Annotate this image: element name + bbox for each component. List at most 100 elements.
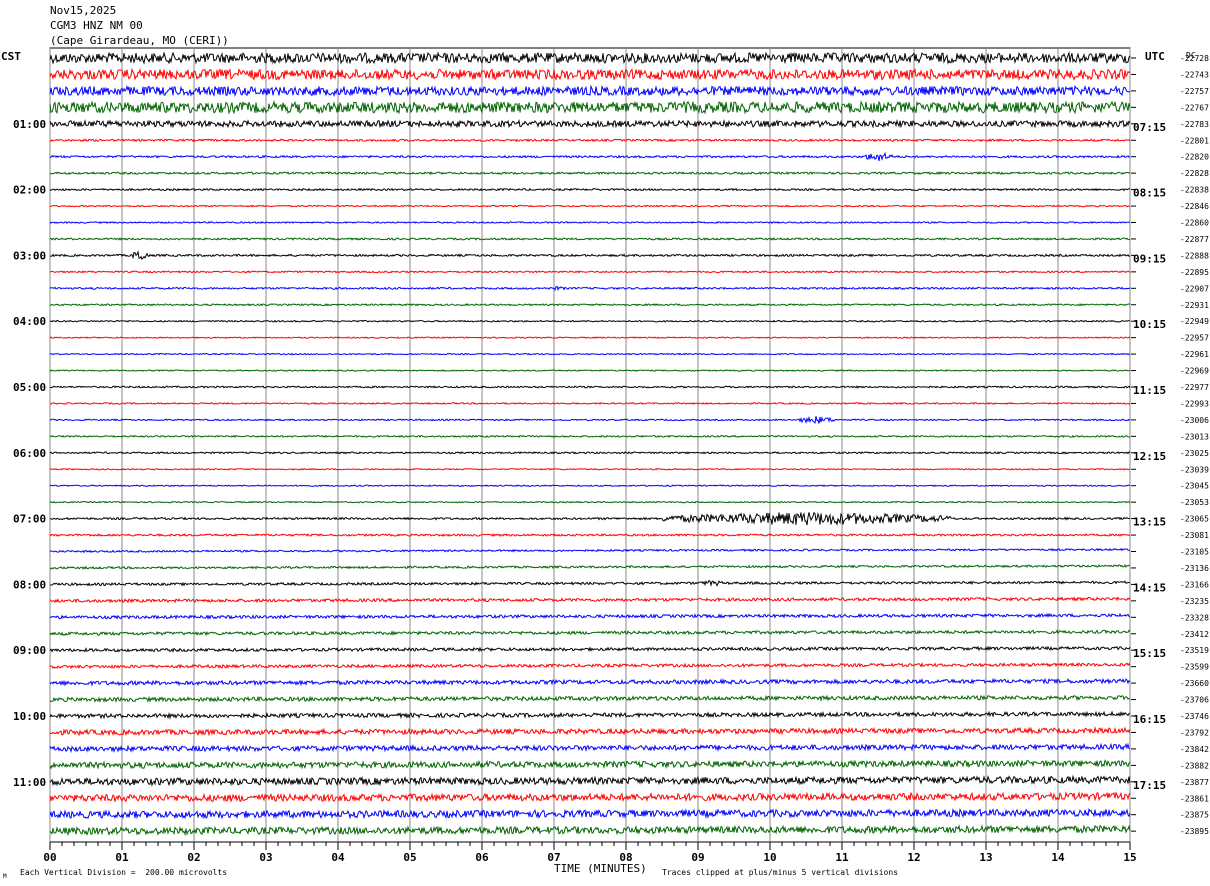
x-tick-label: 01	[115, 851, 129, 864]
dc-offset-label: -22888	[1180, 251, 1209, 260]
seismogram-chart: 00 01 02 03 04 05 06 07 08 09 10 11 12 13 14 15-22728-2…	[13, 47, 1209, 864]
trace-line	[49, 336, 1131, 339]
trace-line	[49, 151, 1131, 162]
dc-offset-label: -23136	[1180, 564, 1209, 573]
dc-offset-label: -22860	[1180, 219, 1209, 228]
x-tick-label: 03	[259, 851, 272, 864]
x-tick-label: 10	[763, 851, 776, 864]
x-tick-label: 04	[331, 851, 345, 864]
dc-offset-label: -22877	[1180, 235, 1209, 244]
dc-offset-label: -22801	[1180, 136, 1209, 145]
trace-line	[49, 759, 1131, 770]
trace-line	[49, 533, 1131, 537]
dc-offset-label: -22767	[1180, 103, 1209, 112]
trace-line	[49, 118, 1131, 129]
dc-offset-label: -23792	[1180, 728, 1209, 737]
dc-offset-label: -23053	[1180, 498, 1209, 507]
right-hour-label: 12:15	[1133, 450, 1166, 463]
corner-mark: M	[3, 873, 7, 880]
x-tick-label: 06	[475, 851, 489, 864]
right-hour-label: 11:15	[1133, 384, 1166, 397]
dc-offset-label: -23013	[1180, 432, 1209, 441]
x-tick-label: 02	[187, 851, 200, 864]
trace-line	[49, 221, 1131, 224]
trace-line	[49, 500, 1131, 504]
x-tick-label: 15	[1123, 851, 1136, 864]
left-hour-label: 06:00	[13, 447, 46, 460]
dc-offset-label: -23706	[1180, 696, 1209, 705]
trace-line	[49, 694, 1131, 703]
trace-line	[49, 824, 1131, 837]
left-hour-label: 04:00	[13, 315, 46, 328]
right-hour-label: 09:15	[1133, 252, 1166, 265]
trace-line	[49, 563, 1130, 570]
dc-offset-label: -23660	[1180, 679, 1209, 688]
trace-line	[49, 319, 1131, 323]
left-hour-label: 01:00	[13, 118, 46, 131]
right-hour-label: 15:15	[1133, 647, 1166, 660]
dc-offset-label: -23166	[1180, 580, 1209, 589]
trace-line	[49, 661, 1131, 670]
trace-line	[49, 67, 1131, 81]
clip-note: Traces clipped at plus/minus 5 vertical …	[662, 868, 899, 877]
trace-line	[49, 726, 1131, 737]
right-hour-label: 17:15	[1133, 779, 1166, 792]
trace-line	[49, 596, 1131, 604]
trace-line	[49, 415, 1131, 424]
dc-offset-label: -23235	[1180, 597, 1209, 606]
right-hour-label: 13:15	[1133, 516, 1166, 529]
dc-offset-label: -23882	[1180, 761, 1209, 770]
trace-line	[49, 677, 1131, 687]
dc-offset-label: -22846	[1180, 202, 1209, 211]
dc-offset-label: -22820	[1180, 153, 1209, 162]
left-hour-label: 08:00	[13, 578, 46, 591]
trace-line	[49, 484, 1131, 488]
x-tick-label: 14	[1051, 851, 1065, 864]
dc-offset-label: -23105	[1180, 548, 1209, 557]
trace-line	[49, 434, 1131, 438]
dc-offset-label: -22743	[1180, 70, 1209, 79]
x-tick-label: 00	[43, 851, 56, 864]
dc-offset-label: -23599	[1180, 663, 1209, 672]
trace-line	[49, 742, 1131, 754]
trace-line	[49, 402, 1131, 405]
trace-line	[49, 138, 1131, 143]
dc-offset-label: -23039	[1180, 465, 1209, 474]
dc-offset-label: -22895	[1180, 268, 1209, 277]
trace-line	[49, 645, 1131, 653]
dc-offset-label: -22828	[1180, 169, 1209, 178]
dc-offset-label: -23877	[1180, 778, 1209, 787]
right-hour-label: 08:15	[1133, 187, 1166, 200]
dc-offset-label: -23006	[1180, 416, 1209, 425]
trace-line	[49, 612, 1131, 620]
dc-offset-label: -23025	[1180, 449, 1209, 458]
dc-offset-label: -22993	[1180, 399, 1209, 408]
trace-line	[49, 285, 1131, 292]
scale-note: Each Vertical Division = 200.00 microvol…	[20, 868, 228, 877]
trace-line	[49, 84, 1131, 97]
x-tick-label: 12	[907, 851, 920, 864]
dc-offset-label: -23045	[1180, 482, 1209, 491]
dc-offset-label: -23081	[1180, 531, 1209, 540]
x-tick-label: 09	[691, 851, 704, 864]
right-hour-label: 07:15	[1133, 121, 1166, 134]
dc-offset-label: -22838	[1180, 186, 1209, 195]
dc-offset-label: -22931	[1180, 301, 1209, 310]
dc-offset-label: -23875	[1180, 811, 1209, 820]
trace-line	[49, 352, 1131, 356]
trace-line	[49, 629, 1131, 637]
dc-offset-label: -23861	[1180, 794, 1209, 803]
plot-frame	[49, 47, 1131, 843]
trace-line	[49, 99, 1131, 115]
dc-offset-label: -23065	[1180, 515, 1209, 524]
left-hour-label: 11:00	[13, 776, 46, 789]
right-hour-label: 16:15	[1133, 713, 1166, 726]
trace-line	[49, 171, 1131, 176]
trace-line	[49, 51, 1131, 65]
trace-line	[49, 270, 1131, 274]
dc-offset-label: -22757	[1180, 87, 1209, 96]
trace-line	[49, 807, 1131, 820]
dc-offset-label: -23519	[1180, 646, 1209, 655]
dc-offset-label: -22728	[1180, 54, 1209, 63]
trace-line	[49, 187, 1130, 192]
